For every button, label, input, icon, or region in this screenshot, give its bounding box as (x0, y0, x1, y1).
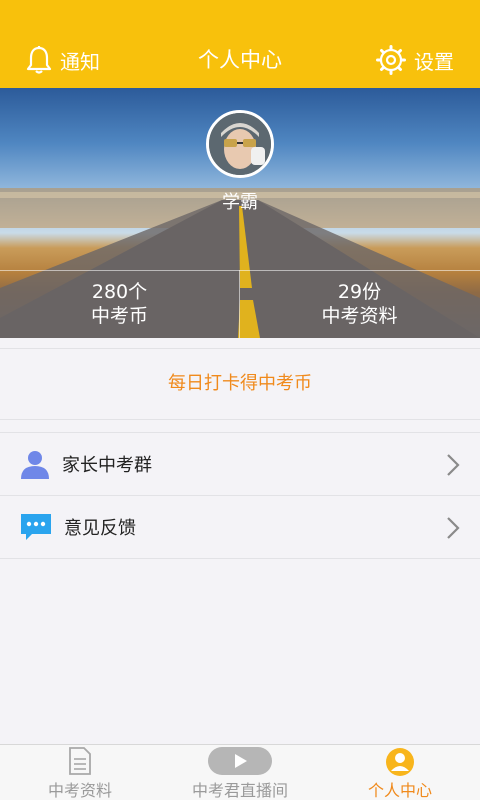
user-icon (21, 451, 49, 479)
chat-bubble-icon (21, 514, 51, 540)
tab-label: 中考资料 (47, 781, 112, 800)
tab-personal-center[interactable]: 个人中心 (320, 745, 480, 800)
tab-label: 个人中心 (367, 781, 432, 800)
menu-item-label: 意见反馈 (64, 518, 136, 539)
bottom-nav: 中考资料 中考君直播间 个人中心 (0, 744, 480, 800)
username: 学霸 (222, 192, 258, 213)
avatar[interactable] (206, 110, 274, 178)
materials-label: 中考资料 (321, 305, 398, 327)
materials-value: 29份 (337, 281, 382, 303)
document-icon (69, 747, 91, 775)
user-circle-icon (386, 748, 414, 776)
coins-value: 280个 (91, 281, 148, 303)
gear-icon (376, 45, 406, 75)
profile-banner: 学霸 280个 中考币 29份 中考资料 (0, 88, 480, 338)
coins-label: 中考币 (90, 305, 148, 327)
daily-checkin-button[interactable]: 每日打卡得中考币 (0, 348, 480, 420)
tab-live-room[interactable]: 中考君直播间 (160, 745, 320, 800)
tab-materials[interactable]: 中考资料 (0, 745, 160, 800)
top-header: 通知 个人中心 设置 (0, 0, 480, 88)
menu-item-feedback[interactable]: 意见反馈 (0, 496, 480, 559)
chevron-right-icon (447, 454, 460, 476)
play-icon (208, 747, 272, 775)
coins-stat[interactable]: 280个 中考币 (0, 280, 239, 328)
materials-stat[interactable]: 29份 中考资料 (240, 280, 479, 328)
avatar-photo-icon (209, 113, 271, 175)
menu-item-parent-group[interactable]: 家长中考群 (0, 433, 480, 496)
stats-divider-line (0, 270, 480, 271)
menu-list: 家长中考群 意见反馈 (0, 432, 480, 559)
menu-item-label: 家长中考群 (62, 455, 152, 476)
chevron-right-icon (447, 517, 460, 539)
settings-label: 设置 (414, 49, 454, 74)
settings-button[interactable]: 设置 (376, 40, 454, 80)
tab-label: 中考君直播间 (191, 781, 288, 800)
